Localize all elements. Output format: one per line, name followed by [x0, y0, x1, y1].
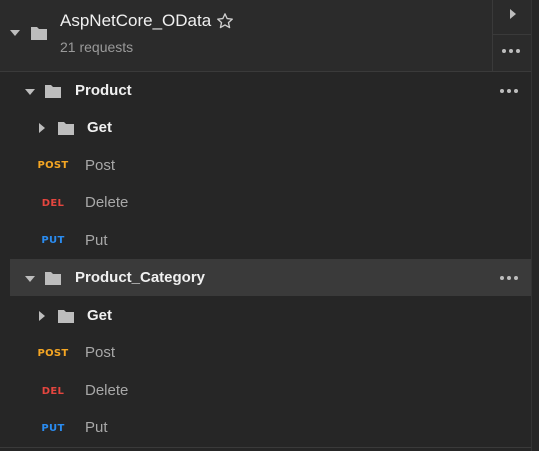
- chevron-down-icon[interactable]: [25, 89, 35, 95]
- request-delete[interactable]: Delete: [85, 194, 128, 211]
- chevron-right-icon[interactable]: [39, 123, 45, 133]
- method-badge-put: PUT: [41, 423, 65, 434]
- folder-label-product[interactable]: Product: [75, 82, 132, 99]
- method-badge-del: DEL: [41, 198, 65, 209]
- chevron-down-icon[interactable]: [25, 276, 35, 282]
- collection-header[interactable]: AspNetCore_OData 21 requests: [0, 0, 492, 72]
- request-post[interactable]: Post: [85, 157, 115, 174]
- method-badge-del: DEL: [41, 386, 65, 397]
- collection-sidebar: AspNetCore_OData 21 requests Product Get…: [0, 0, 539, 451]
- method-badge-put: PUT: [41, 235, 65, 246]
- request-post[interactable]: Post: [85, 344, 115, 361]
- subfolder-get[interactable]: Get: [87, 119, 112, 136]
- folder-icon: [45, 85, 61, 98]
- request-put[interactable]: Put: [85, 419, 108, 436]
- collection-name[interactable]: AspNetCore_OData: [60, 11, 211, 31]
- divider: [0, 447, 531, 448]
- folder-icon: [45, 272, 61, 285]
- chevron-down-icon[interactable]: [10, 30, 20, 36]
- more-options-icon[interactable]: [500, 276, 518, 280]
- folder-label-product-category[interactable]: Product_Category: [75, 269, 205, 286]
- request-put[interactable]: Put: [85, 232, 108, 249]
- method-badge-post: POST: [37, 160, 69, 171]
- request-count: 21 requests: [60, 39, 134, 55]
- method-badge-post: POST: [37, 348, 69, 359]
- folder-icon: [58, 122, 74, 135]
- chevron-right-icon[interactable]: [39, 311, 45, 321]
- subfolder-get[interactable]: Get: [87, 307, 112, 324]
- expand-arrow-icon[interactable]: [510, 9, 516, 19]
- star-icon[interactable]: [216, 12, 234, 30]
- more-options-icon[interactable]: [500, 89, 518, 93]
- more-options-icon[interactable]: [502, 49, 520, 53]
- request-delete[interactable]: Delete: [85, 382, 128, 399]
- folder-icon: [31, 27, 47, 40]
- scrollbar-track[interactable]: [531, 0, 539, 451]
- header-actions: [492, 0, 532, 72]
- folder-icon: [58, 310, 74, 323]
